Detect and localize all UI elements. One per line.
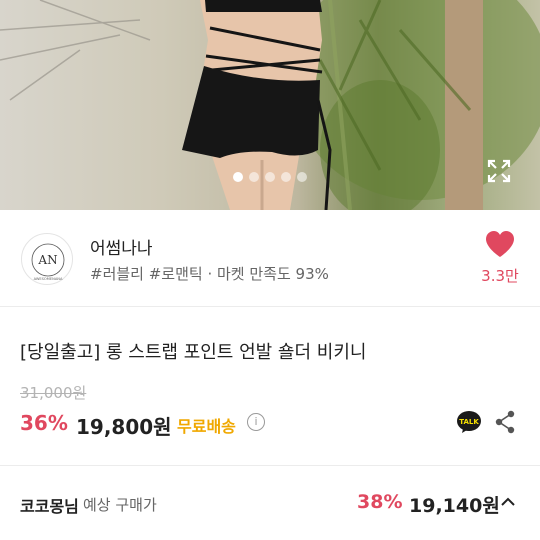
logo-text: AWESOMENANA [34,277,63,281]
gallery-dot-4[interactable] [281,172,291,182]
kakao-talk-icon[interactable]: TALK [456,410,482,434]
gallery-pagination [0,167,540,186]
gallery-dot-2[interactable] [249,172,259,182]
gallery-dot-3[interactable] [265,172,275,182]
shop-tags: #러블리 #로맨틱 · 마켓 만족도 93% [90,265,329,283]
gallery-dot-5[interactable] [297,172,307,182]
chevron-up-icon[interactable] [500,494,516,510]
divider [0,306,540,307]
svg-text:TALK: TALK [459,418,479,426]
discount-rate: 36% [20,411,68,435]
free-shipping-badge: 무료배송 [177,417,236,436]
member-price-label: 예상 구매가 [83,496,157,514]
shop-info[interactable]: AN AWESOMENANA 어썸나나 #러블리 #로맨틱 · 마켓 만족도 9… [0,210,540,306]
expand-icon[interactable] [486,158,512,184]
like-count: 3.3만 [481,267,519,285]
logo-initials: AN [37,253,57,267]
original-price: 31,000원 [20,384,87,402]
member-discount-rate: 38% [357,491,403,513]
gallery-dot-1[interactable] [233,172,243,182]
share-icon[interactable] [494,410,516,434]
member-expected-price: 19,140원 [409,495,500,517]
heart-icon[interactable] [485,230,515,258]
member-price-bar[interactable]: 코코몽님 예상 구매가 38% 19,140원 [0,466,540,540]
member-name: 코코몽님 [20,497,79,516]
info-icon[interactable]: i [247,413,265,431]
product-title: [당일출고] 롱 스트랩 포인트 언발 숄더 비키니 [20,342,367,363]
sale-price: 19,800원 [76,415,172,439]
shop-name[interactable]: 어썸나나 [90,234,153,259]
shop-logo[interactable]: AN AWESOMENANA [21,233,73,285]
product-image[interactable] [0,0,540,210]
